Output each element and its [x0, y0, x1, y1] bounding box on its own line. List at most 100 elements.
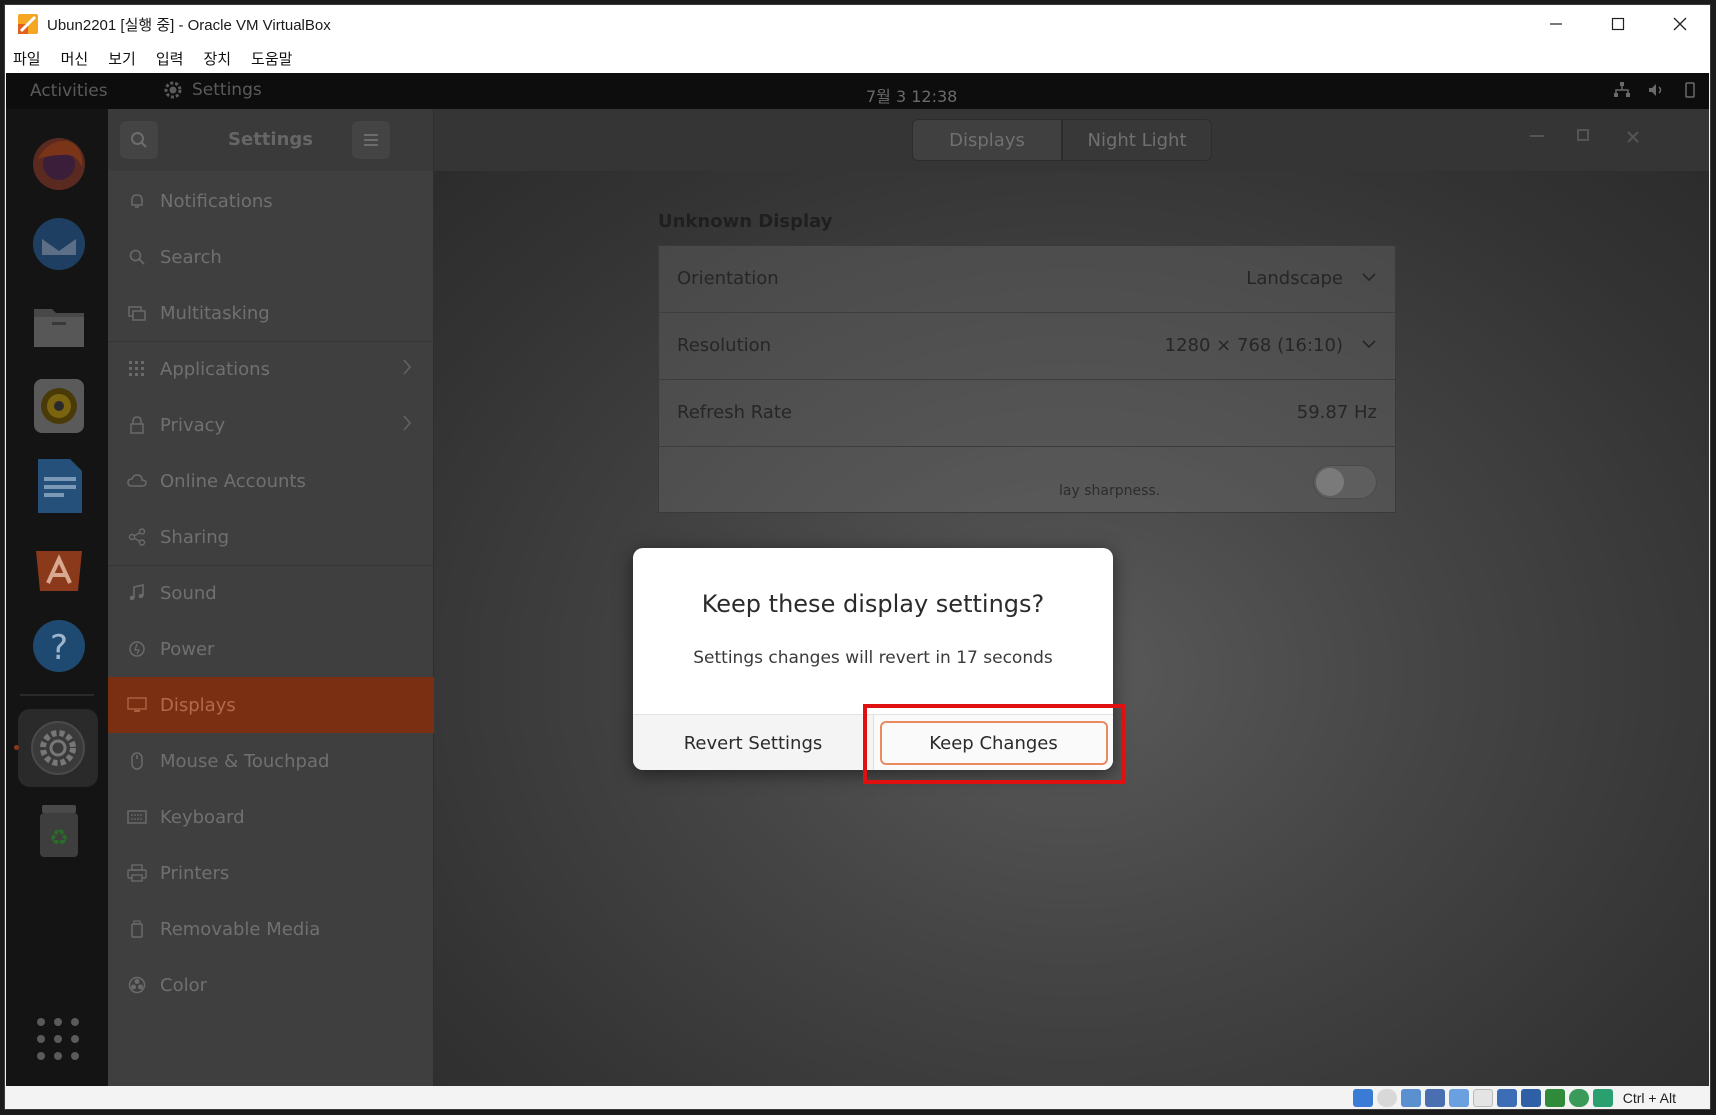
menu-devices[interactable]: 장치 — [203, 48, 231, 69]
system-tray[interactable] — [1613, 81, 1699, 99]
menu-help[interactable]: 도움말 — [251, 48, 292, 69]
optical-drive-icon[interactable] — [1376, 1089, 1397, 1107]
sidebar-item-label: Keyboard — [160, 806, 245, 828]
orientation-row[interactable]: Orientation Landscape — [659, 246, 1395, 313]
sidebar-header: Settings — [108, 109, 434, 171]
main-header: Displays Night Light — [434, 109, 1709, 171]
sidebar-item-label: Notifications — [160, 190, 273, 212]
activities-button[interactable]: Activities — [30, 81, 108, 101]
recording-icon[interactable] — [1520, 1089, 1541, 1107]
mouse-integration-icon[interactable] — [1592, 1089, 1613, 1107]
fractional-scaling-row[interactable]: lay sharpness. — [659, 447, 1395, 514]
window-minimize-icon[interactable] — [1530, 135, 1544, 137]
sidebar-item-label: Privacy — [160, 414, 226, 436]
sidebar-item-multitasking[interactable]: Multitasking — [108, 285, 434, 341]
menu-button[interactable] — [352, 121, 390, 159]
sidebar-item-printers[interactable]: Printers — [108, 845, 434, 901]
minimize-icon[interactable] — [1525, 5, 1587, 43]
hard-disk-icon[interactable] — [1352, 1089, 1373, 1107]
thunderbird-icon[interactable] — [28, 213, 90, 275]
share-icon — [126, 526, 148, 548]
bell-icon — [126, 190, 148, 212]
sidebar-item-sound[interactable]: Sound — [108, 565, 434, 621]
svg-text:♻: ♻ — [49, 826, 69, 851]
tab-displays-label: Displays — [949, 129, 1025, 151]
sidebar-item-keyboard[interactable]: Keyboard — [108, 789, 434, 845]
audio-icon[interactable] — [1400, 1089, 1421, 1107]
power-menu-icon — [1685, 82, 1695, 98]
color-icon — [126, 974, 148, 996]
usb-icon[interactable] — [1448, 1089, 1469, 1107]
host-key-indicator[interactable]: Ctrl + Alt — [1623, 1090, 1676, 1106]
menu-file[interactable]: 파일 — [13, 48, 41, 69]
resolution-value: 1280 × 768 (16:10) — [1164, 335, 1343, 356]
sidebar-item-search[interactable]: Search — [108, 229, 434, 285]
printer-icon — [126, 862, 148, 884]
running-indicator — [14, 745, 19, 750]
sidebar-item-label: Color — [160, 974, 207, 996]
tab-displays[interactable]: Displays — [912, 119, 1062, 161]
vbox-title-bar: Ubun2201 [실행 중] - Oracle VM VirtualBox — [5, 5, 1710, 43]
sidebar-item-displays[interactable]: Displays — [108, 677, 434, 733]
sidebar-item-label: Mouse & Touchpad — [160, 750, 330, 772]
orientation-label: Orientation — [677, 268, 779, 289]
display-name-heading: Unknown Display — [658, 211, 833, 232]
sidebar-item-sharing[interactable]: Sharing — [108, 509, 434, 565]
ubuntu-software-icon[interactable] — [28, 535, 90, 597]
help-icon[interactable]: ? — [28, 615, 90, 677]
display-icon[interactable] — [1496, 1089, 1517, 1107]
cpu-icon[interactable] — [1544, 1089, 1565, 1107]
rhythmbox-icon[interactable] — [28, 375, 90, 437]
fractional-scaling-toggle[interactable] — [1313, 465, 1377, 499]
network-adapter-icon[interactable] — [1424, 1089, 1445, 1107]
sidebar-item-notifications[interactable]: Notifications — [108, 173, 434, 229]
chevron-right-icon — [402, 413, 412, 437]
network-icon — [1614, 82, 1630, 97]
sidebar-item-label: Multitasking — [160, 302, 270, 324]
vbox-menu-bar: 파일 머신 보기 입력 장치 도움말 — [5, 43, 1710, 73]
sidebar-item-label: Power — [160, 638, 215, 660]
mouse-icon — [126, 750, 148, 772]
revert-settings-button[interactable]: Revert Settings — [633, 715, 873, 770]
menu-machine[interactable]: 머신 — [61, 48, 89, 69]
shared-folders-icon[interactable] — [1472, 1089, 1493, 1107]
sidebar-item-label: Applications — [160, 358, 270, 380]
volume-icon — [1649, 84, 1662, 96]
cloud-icon — [126, 470, 148, 492]
window-maximize-icon[interactable] — [1577, 129, 1589, 141]
dock-separator — [20, 694, 94, 696]
libreoffice-writer-icon[interactable] — [28, 455, 90, 517]
clock[interactable]: 7월 3 12:38 — [866, 83, 957, 107]
maximize-icon[interactable] — [1587, 5, 1649, 43]
svg-text:?: ? — [50, 628, 68, 668]
refresh-rate-row[interactable]: Refresh Rate 59.87 Hz — [659, 380, 1395, 447]
tab-night-light[interactable]: Night Light — [1062, 119, 1212, 161]
hamburger-menu-icon — [364, 134, 378, 146]
vbox-status-bar: Ctrl + Alt — [5, 1086, 1710, 1109]
settings-dock-icon[interactable] — [18, 709, 98, 787]
resolution-row[interactable]: Resolution 1280 × 768 (16:10) — [659, 313, 1395, 380]
sidebar-item-mouse-touchpad[interactable]: Mouse & Touchpad — [108, 733, 434, 789]
menu-view[interactable]: 보기 — [108, 48, 136, 69]
sidebar-item-removable-media[interactable]: Removable Media — [108, 901, 434, 957]
files-icon[interactable] — [28, 295, 90, 357]
status-icons: Ctrl + Alt — [1352, 1089, 1676, 1107]
dialog-title: Keep these display settings? — [701, 590, 1045, 618]
grid-icon — [126, 358, 148, 380]
show-applications-icon[interactable] — [34, 1015, 82, 1063]
sidebar-item-power[interactable]: Power — [108, 621, 434, 677]
topbar-app-menu[interactable]: Settings — [162, 79, 262, 101]
menu-input[interactable]: 입력 — [156, 48, 184, 69]
sidebar-item-applications[interactable]: Applications — [108, 341, 434, 397]
sidebar-item-color[interactable]: Color — [108, 957, 434, 1013]
firefox-icon[interactable] — [28, 133, 90, 195]
close-icon[interactable] — [1649, 5, 1710, 43]
sidebar-item-online-accounts[interactable]: Online Accounts — [108, 453, 434, 509]
guest-screen[interactable]: Activities Settings 7월 3 12:38 ? ♻ Setti… — [6, 73, 1709, 1086]
trash-icon[interactable]: ♻ — [28, 799, 90, 861]
sidebar-item-privacy[interactable]: Privacy — [108, 397, 434, 453]
window-close-icon[interactable] — [1626, 129, 1640, 148]
guest-additions-icon[interactable] — [1568, 1089, 1589, 1107]
toggle-knob — [1316, 468, 1344, 496]
lock-icon — [126, 414, 148, 436]
